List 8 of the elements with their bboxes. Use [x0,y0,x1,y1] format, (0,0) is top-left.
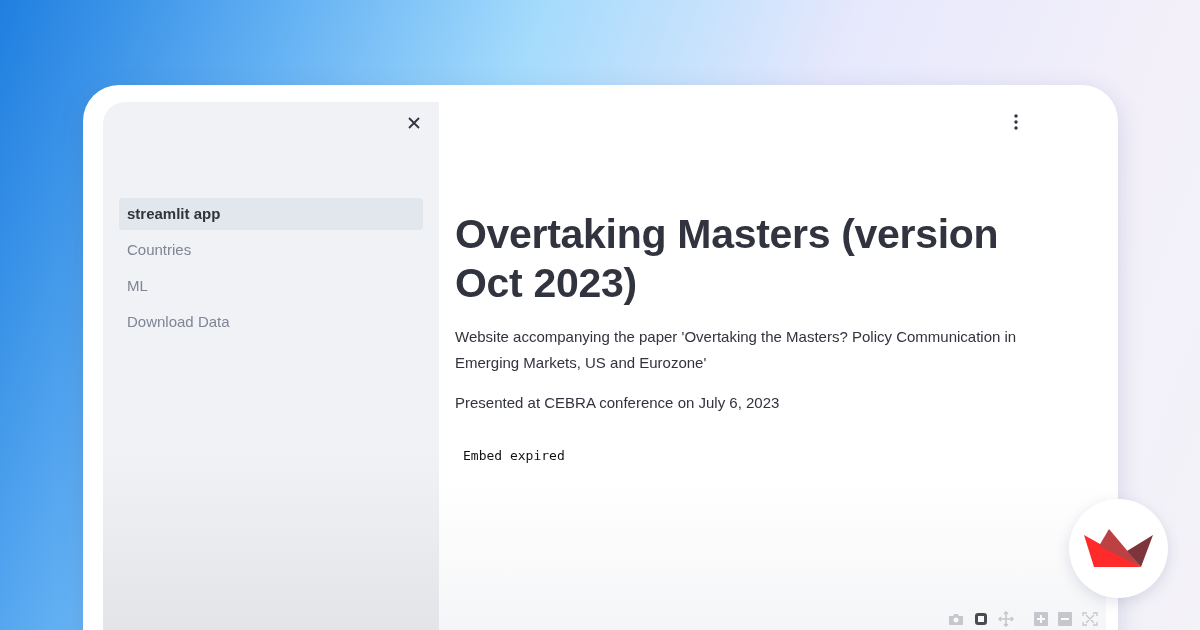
embed-message: Embed expired [462,448,566,463]
sidebar-item[interactable]: ML [119,270,423,302]
sidebar-item[interactable]: Countries [119,234,423,266]
sidebar-item[interactable]: Download Data [119,306,423,338]
paragraph: Website accompanying the paper 'Overtaking the Masters? Policy Communication in Emerging Markets, US and Eurozone' [455,327,1018,373]
page-title: Overtaking Masters (version Oct 2023) [455,210,1000,308]
sidebar-item[interactable]: streamlit app [119,198,423,230]
paragraph: Presented at CEBRA conference on July 6, 2023 [455,393,781,413]
